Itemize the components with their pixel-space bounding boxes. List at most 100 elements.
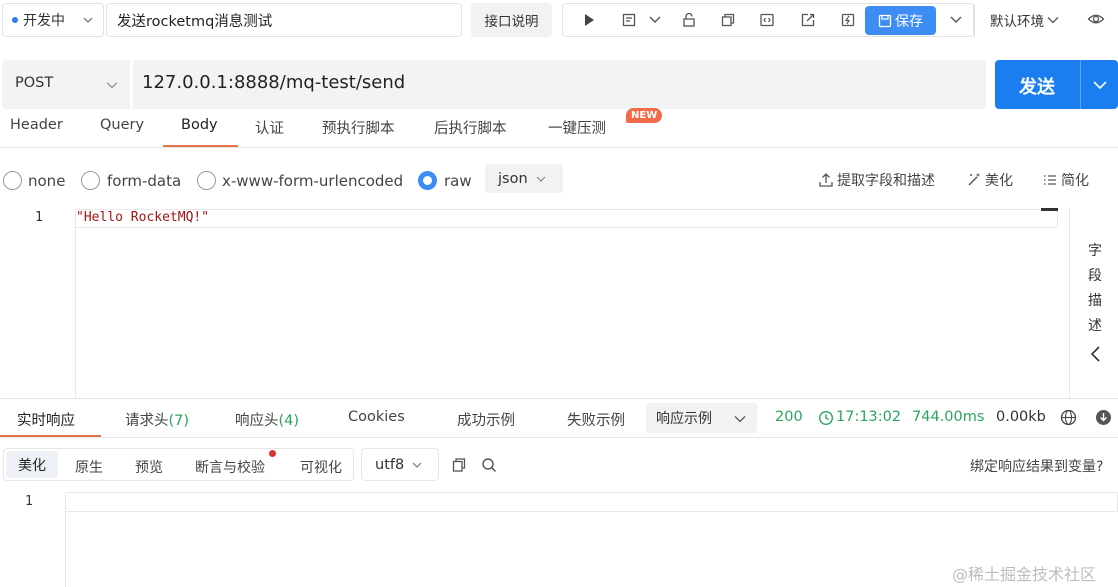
tab-label: 成功示例: [457, 413, 515, 429]
field-desc-label[interactable]: 段: [1088, 265, 1102, 285]
chevron-down-icon[interactable]: [647, 12, 663, 28]
tab-request-headers[interactable]: 请求头(7): [125, 409, 189, 430]
list-icon: [1044, 175, 1056, 185]
tabs-divider: [0, 147, 1118, 148]
editor-border: [65, 512, 66, 587]
env-status-select[interactable]: 开发中: [2, 3, 104, 37]
toolbar-divider: [974, 4, 975, 38]
share-icon[interactable]: [800, 12, 816, 28]
tab-failure-example[interactable]: 失败示例: [567, 409, 625, 430]
code-icon[interactable]: [759, 12, 775, 28]
tab-body[interactable]: Body: [181, 117, 218, 133]
document-icon[interactable]: [621, 12, 637, 28]
tab-cookies[interactable]: Cookies: [348, 409, 405, 425]
chevron-down-icon[interactable]: [1091, 77, 1109, 93]
active-line-highlight: [75, 209, 1058, 228]
url-input[interactable]: 127.0.0.1:8888/mq-test/send: [142, 72, 405, 93]
encoding-select[interactable]: utf8: [361, 448, 439, 481]
method-select[interactable]: POST: [15, 75, 53, 91]
response-duration: 744.00ms: [912, 409, 985, 425]
chevron-down-icon: [734, 416, 746, 423]
encoding-value: utf8: [375, 456, 405, 473]
tab-count: (4): [278, 413, 300, 429]
save-button[interactable]: 保存: [865, 6, 936, 35]
tab-post-script[interactable]: 后执行脚本: [434, 117, 507, 138]
api-name-input[interactable]: 发送rocketmq消息测试: [106, 3, 462, 37]
status-dot: [12, 17, 18, 23]
tab-query[interactable]: Query: [100, 117, 144, 133]
response-size: 0.00kb: [996, 409, 1046, 425]
chevron-left-icon[interactable]: [1088, 345, 1104, 363]
view-tab-assertion[interactable]: 断言与校验: [195, 457, 265, 477]
raw-format-value: json: [498, 170, 528, 187]
chevron-down-icon: [1047, 17, 1059, 24]
download-icon[interactable]: [1095, 409, 1112, 426]
api-doc-button[interactable]: 接口说明: [471, 3, 552, 37]
tab-live-response[interactable]: 实时响应: [17, 409, 75, 430]
globe-icon[interactable]: [1060, 409, 1077, 426]
chevron-down-icon: [83, 17, 93, 23]
active-line-highlight[interactable]: [65, 492, 1118, 512]
notification-dot: [269, 450, 276, 457]
eye-icon[interactable]: [1087, 10, 1105, 28]
simplify-button[interactable]: 简化: [1042, 170, 1089, 190]
radio-urlencoded[interactable]: [197, 171, 216, 190]
view-tab-raw[interactable]: 原生: [75, 457, 103, 477]
flash-icon[interactable]: [840, 12, 856, 28]
extract-fields-button[interactable]: 提取字段和描述: [818, 170, 935, 190]
code-editor[interactable]: "Hello RocketMQ!": [76, 210, 209, 225]
response-divider: [0, 437, 1118, 438]
tab-pre-script[interactable]: 预执行脚本: [322, 117, 395, 138]
radio-none[interactable]: [3, 171, 22, 190]
magic-wand-icon: [968, 173, 980, 186]
tab-response-headers[interactable]: 响应头(4): [235, 409, 299, 430]
response-example-select[interactable]: 响应示例: [646, 403, 757, 433]
send-label: 发送: [1019, 77, 1055, 98]
radio-raw-label: raw: [444, 172, 472, 190]
tab-label: 请求头: [125, 413, 169, 429]
toolbar: 保存: [562, 3, 975, 38]
response-time: 17:13:02: [836, 409, 902, 425]
tab-header[interactable]: Header: [10, 117, 63, 133]
tab-stress-test[interactable]: 一键压测: [548, 117, 606, 138]
view-tab-visualize[interactable]: 可视化: [300, 457, 342, 477]
environment-select[interactable]: 默认环境: [990, 10, 1060, 30]
radio-raw[interactable]: [418, 171, 437, 190]
clock-icon: [818, 410, 834, 426]
view-tab-beautify[interactable]: 美化: [6, 451, 58, 478]
copy-icon[interactable]: [451, 457, 467, 473]
response-view-tabs: 美化 原生 预览 断言与校验 可视化: [3, 448, 354, 481]
save-icon: [878, 14, 892, 27]
tab-label: 响应头: [235, 413, 279, 429]
simplify-label: 简化: [1061, 173, 1089, 189]
copy-icon[interactable]: [720, 12, 736, 28]
field-desc-label[interactable]: 描: [1088, 290, 1102, 310]
search-icon[interactable]: [481, 457, 497, 473]
raw-format-select[interactable]: json: [485, 164, 563, 193]
chevron-down-icon: [536, 176, 546, 182]
tab-label: 失败示例: [567, 413, 625, 429]
send-button[interactable]: 发送: [995, 60, 1118, 109]
view-tab-preview[interactable]: 预览: [135, 457, 163, 477]
response-example-label: 响应示例: [656, 411, 712, 427]
tab-label: Cookies: [348, 409, 405, 425]
send-divider: [1080, 60, 1081, 109]
radio-form-data[interactable]: [81, 171, 100, 190]
run-icon[interactable]: [581, 12, 597, 28]
chevron-down-icon[interactable]: [948, 12, 964, 28]
response-divider: [0, 398, 1118, 399]
field-desc-label[interactable]: 述: [1088, 315, 1102, 335]
editor-border: [75, 228, 76, 398]
tab-auth[interactable]: 认证: [255, 117, 284, 138]
line-number: 1: [25, 494, 33, 509]
bind-response-link[interactable]: 绑定响应结果到变量?: [970, 456, 1103, 476]
beautify-button[interactable]: 美化: [966, 170, 1013, 190]
field-desc-label[interactable]: 字: [1088, 240, 1102, 260]
radio-none-label: none: [28, 172, 66, 190]
url-divider: [130, 60, 133, 109]
radio-form-data-label: form-data: [107, 172, 182, 190]
chevron-down-icon[interactable]: [105, 78, 119, 92]
lock-icon[interactable]: [681, 12, 697, 28]
tab-success-example[interactable]: 成功示例: [457, 409, 515, 430]
scrollbar-thumb[interactable]: [1041, 208, 1058, 211]
